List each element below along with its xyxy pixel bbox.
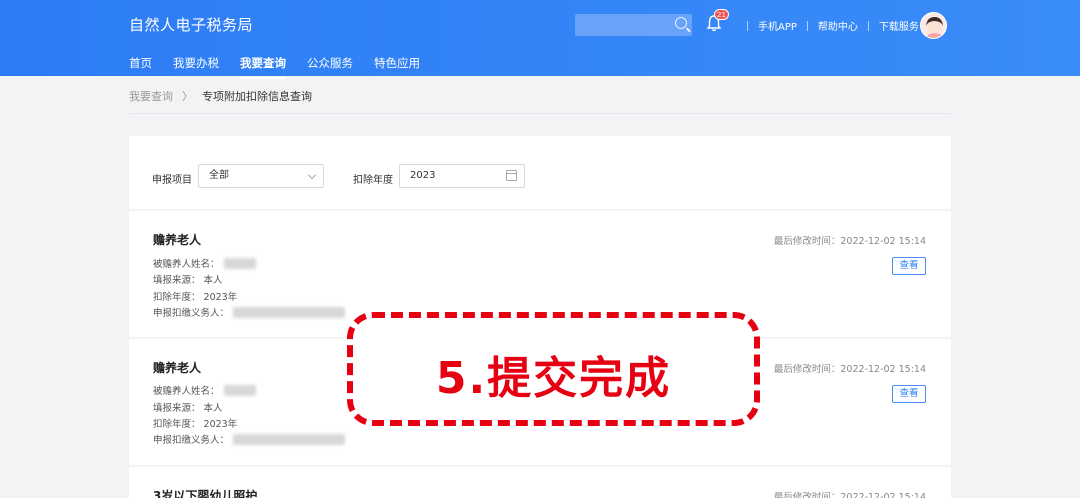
record-field: 扣除年度： 2023年 [153,289,237,303]
field-label: 填报来源： [153,275,201,286]
tab-tax-filing[interactable]: 我要办税 [173,55,219,76]
search-input[interactable] [575,14,692,36]
modified-time: 最后修改时间：2022-12-02 15:14 [773,364,926,375]
redacted-value [223,257,256,269]
record-field: 申报扣缴义务人： [153,305,346,319]
record-field: 填报来源： 本人 [153,272,223,286]
field-label: 扣除年度： [153,292,201,303]
field-value: 本人 [203,403,223,414]
breadcrumb-current: 专项附加扣除信息查询 [202,90,312,103]
modified-time: 最后修改时间：2022-12-02 15:14 [773,492,926,498]
record-field: 被赡养人姓名： [153,256,256,270]
avatar[interactable] [920,12,947,39]
field-label: 填报来源： [153,403,201,414]
redacted-value [233,433,346,445]
year-picker[interactable]: 2023 [399,164,525,188]
breadcrumb-root[interactable]: 我要查询 [129,88,173,104]
notification-badge: 21 [714,9,729,20]
step-overlay: 5.提交完成 [347,312,760,426]
redacted-value [223,384,256,396]
divider [806,20,808,31]
field-label: 扣除年度： [153,419,201,430]
link-mobile-app[interactable]: 手机APP [758,18,797,33]
site-title[interactable]: 自然人电子税务局 [129,14,253,35]
record-title: 赡养老人 [153,233,202,247]
project-select[interactable]: 全部 [198,164,324,188]
link-download-service[interactable]: 下载服务 [879,18,919,33]
header-links: 手机APP 帮助中心 下载服务 [737,18,919,33]
project-select-value: 全部 [209,170,229,181]
tab-featured-apps[interactable]: 特色应用 [374,55,420,76]
year-picker-value: 2023 [410,170,436,181]
chevron-right-icon: 〉 [182,90,193,103]
chevron-down-icon [307,170,317,180]
main-nav: 首页 我要办税 我要查询 公众服务 特色应用 [129,55,441,79]
modified-time: 最后修改时间：2022-12-02 15:14 [773,236,926,247]
step-overlay-text: 5.提交完成 [435,353,672,404]
record-title: 3岁以下婴幼儿照护 [153,489,258,498]
breadcrumb: 我要查询 〉 专项附加扣除信息查询 [129,88,312,104]
record-field: 填报来源： 本人 [153,400,223,414]
divider [747,20,748,31]
link-help-center[interactable]: 帮助中心 [818,18,858,33]
record-field: 扣除年度： 2023年 [153,416,237,430]
tab-public-services[interactable]: 公众服务 [307,55,353,76]
field-label: 申报扣缴义务人： [153,308,230,319]
calendar-icon [506,170,517,181]
divider [129,113,951,114]
field-value: 2023年 [203,292,238,303]
field-label: 申报扣缴义务人： [153,435,230,446]
record-title: 赡养老人 [153,361,202,375]
view-button[interactable]: 查看 [892,385,926,403]
tab-home[interactable]: 首页 [129,55,152,76]
record-field: 申报扣缴义务人： [153,432,346,446]
top-header: 自然人电子税务局 21 手机APP 帮助中心 下载服务 首页 我要办税 我要查询… [0,0,1080,79]
filter-panel: 申报项目 全部 扣除年度 2023 [129,136,951,209]
tab-query[interactable]: 我要查询 [240,55,286,79]
list-item: 3岁以下婴幼儿照护 最后修改时间：2022-12-02 15:14 [129,467,951,498]
field-label: 被赡养人姓名： [153,259,220,270]
field-value: 2023年 [203,419,238,430]
field-label: 被赡养人姓名： [153,386,220,397]
search-icon[interactable] [675,17,687,29]
project-label: 申报项目 [152,175,192,186]
divider [867,20,869,31]
view-button[interactable]: 查看 [892,257,926,275]
redacted-value [233,306,346,318]
record-field: 被赡养人姓名： [153,383,256,397]
year-label: 扣除年度 [353,175,393,186]
field-value: 本人 [203,275,223,286]
